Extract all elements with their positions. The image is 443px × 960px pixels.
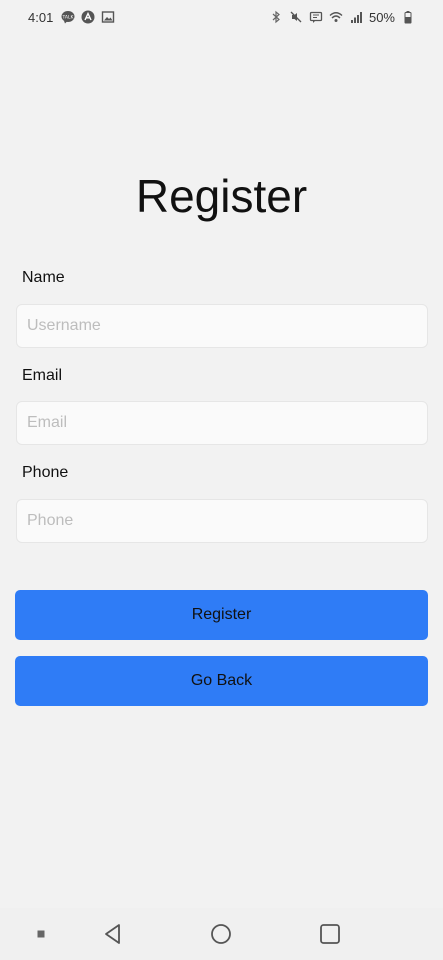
battery-percentage: 50% [368, 9, 395, 25]
message-icon [309, 10, 323, 24]
status-left: 4:01 TALK [28, 10, 115, 25]
talk-icon: TALK [61, 10, 75, 24]
phone-input[interactable] [16, 499, 428, 543]
username-input[interactable] [16, 304, 428, 348]
recents-dot-icon[interactable] [32, 908, 50, 960]
image-icon [101, 10, 115, 24]
navigation-bar [0, 908, 443, 960]
back-icon[interactable] [98, 908, 128, 960]
status-bar: 4:01 TALK 50% [0, 0, 443, 34]
name-label: Name [22, 269, 65, 286]
wifi-icon [329, 10, 343, 24]
bluetooth-icon [269, 10, 283, 24]
overview-icon[interactable] [315, 908, 345, 960]
status-time: 4:01 [28, 9, 54, 25]
email-input[interactable] [16, 401, 428, 445]
vpn-icon [81, 10, 95, 24]
battery-icon [401, 10, 415, 24]
signal-icon [349, 10, 363, 24]
status-right: 50% [269, 10, 415, 25]
home-icon[interactable] [206, 908, 236, 960]
mute-icon [289, 10, 303, 24]
register-button[interactable]: Register [15, 590, 428, 640]
go-back-button[interactable]: Go Back [15, 656, 428, 706]
phone-label: Phone [22, 464, 69, 481]
email-label: Email [22, 367, 63, 384]
svg-text:TALK: TALK [62, 14, 75, 20]
page-title: Register [135, 170, 308, 222]
